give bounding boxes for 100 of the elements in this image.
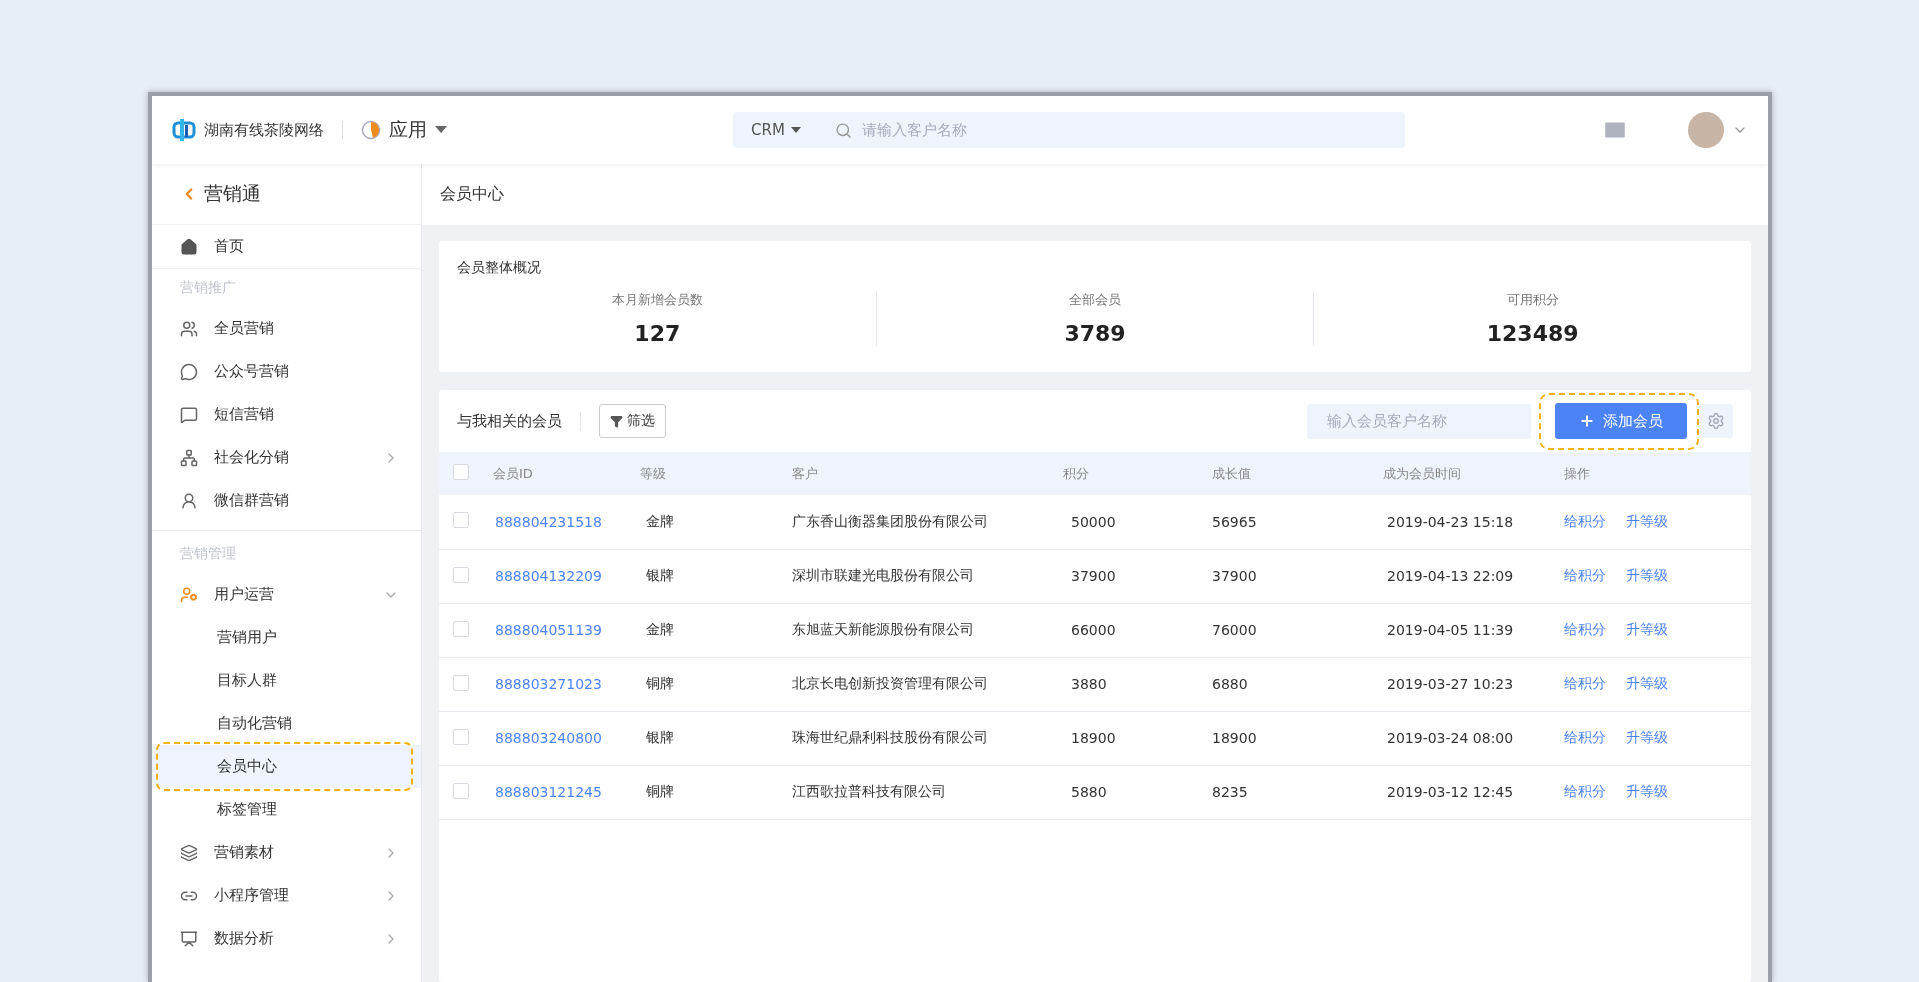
action-link[interactable]: 给积分: [1564, 621, 1606, 637]
checkbox[interactable]: [453, 566, 469, 583]
action-link[interactable]: 升等级: [1626, 512, 1668, 529]
table-cell: 6880: [1204, 657, 1375, 711]
table-cell: 2019-04-13 22:09: [1375, 549, 1556, 603]
table-cell: 银牌: [632, 549, 784, 603]
hierarchy-icon: [180, 448, 198, 467]
scope-dropdown[interactable]: CRM: [751, 121, 801, 139]
member-id-link[interactable]: 888803271023: [495, 676, 602, 692]
sidebar-subitem[interactable]: 营销用户: [152, 616, 421, 659]
sidebar-item[interactable]: 社会化分销: [152, 436, 421, 479]
table-cell: 2019-03-27 10:23: [1375, 657, 1556, 711]
page-title: 会员中心: [422, 164, 1768, 225]
sidebar-item[interactable]: 营销素材: [152, 831, 421, 874]
member-id-link[interactable]: 888804051139: [495, 622, 602, 638]
table-cell: 银牌: [632, 711, 784, 765]
table-cell: 铜牌: [632, 765, 784, 819]
user-icon: [180, 491, 198, 510]
stat-label: 可用积分: [1506, 291, 1559, 309]
table-cell: 北京长电创新投资管理有限公司: [784, 657, 1055, 711]
action-link[interactable]: 给积分: [1564, 729, 1606, 745]
checkbox[interactable]: [453, 674, 469, 691]
table-cell: 广东香山衡器集团股份有限公司: [784, 495, 1055, 549]
sidebar-item[interactable]: 小程序管理: [152, 874, 421, 917]
column-header: 积分: [1055, 452, 1204, 495]
caret-icon: [790, 127, 801, 133]
table-cell: 66000: [1055, 603, 1204, 657]
action-link[interactable]: 升等级: [1626, 621, 1668, 637]
table-cell: 金牌: [632, 603, 784, 657]
add-member-button[interactable]: 添加会员: [1555, 403, 1687, 439]
sidebar-subitem[interactable]: 自动化营销: [152, 702, 421, 745]
member-id-link[interactable]: 888803240800: [495, 730, 602, 746]
checkbox[interactable]: [453, 464, 469, 480]
settings-button[interactable]: [1699, 404, 1733, 438]
checkbox[interactable]: [453, 728, 469, 745]
sidebar-item[interactable]: 微信群营销: [152, 479, 421, 522]
column-header: 成长值: [1204, 452, 1375, 495]
sidebar-item[interactable]: 公众号营销: [152, 350, 421, 393]
message-icon: [180, 405, 198, 424]
sidebar-item[interactable]: 首页: [152, 225, 421, 268]
sidebar-item[interactable]: 短信营销: [152, 393, 421, 436]
app-switcher[interactable]: 应用: [361, 117, 447, 143]
section-heading: 营销推广: [179, 278, 237, 297]
checkbox[interactable]: [453, 512, 469, 529]
sidebar-subitem[interactable]: 会员中心: [152, 745, 421, 788]
presentation-board-icon: [180, 929, 198, 948]
table-cell: 18900: [1204, 711, 1375, 765]
column-header: 成为会员时间: [1375, 452, 1556, 495]
action-link[interactable]: 升等级: [1626, 783, 1668, 799]
search-icon: [834, 121, 852, 139]
table-cell: 东旭蓝天新能源股份有限公司: [784, 603, 1055, 657]
table-cell: 2019-03-24 08:00: [1375, 711, 1556, 765]
table-cell: 56965: [1204, 495, 1375, 549]
action-link[interactable]: 升等级: [1626, 567, 1668, 583]
member-search-box[interactable]: 输入会员客户名称: [1307, 403, 1531, 439]
action-link[interactable]: 升等级: [1626, 729, 1668, 745]
checkbox[interactable]: [453, 782, 469, 799]
table-cell: 金牌: [632, 495, 784, 549]
member-id-link[interactable]: 888804231518: [495, 513, 602, 530]
member-id-link[interactable]: 888803121245: [495, 784, 602, 800]
customer-search-field[interactable]: 请输入客户名称: [859, 120, 1387, 140]
sidebar-subitem[interactable]: 标签管理: [152, 788, 421, 831]
checkbox[interactable]: [453, 620, 469, 637]
search-bar[interactable]: CRM 请输入客户名称: [733, 112, 1405, 148]
filter-icon: [610, 414, 623, 428]
team-icon: [180, 319, 198, 338]
table-cell: 37900: [1204, 549, 1375, 603]
stat-value: 3789: [1064, 321, 1126, 346]
table-cell: 深圳市联建光电股份有限公司: [784, 549, 1055, 603]
pie-chart-icon: [361, 120, 381, 140]
sidebar-item[interactable]: 数据分析: [152, 917, 421, 960]
action-link[interactable]: 给积分: [1564, 783, 1606, 799]
action-link[interactable]: 给积分: [1564, 675, 1606, 691]
sidebar-item[interactable]: 全员营销: [152, 307, 421, 350]
table-cell: 珠海世纪鼎利科技股份有限公司: [784, 711, 1055, 765]
table-cell: 37900: [1055, 549, 1204, 603]
stat-value: 123489: [1486, 321, 1579, 346]
table-cell: 江西歌拉普科技有限公司: [784, 765, 1055, 819]
avatar[interactable]: [1688, 112, 1724, 148]
layers-icon: [180, 843, 198, 862]
logo-icon: [172, 119, 196, 141]
table-cell: 76000: [1204, 603, 1375, 657]
action-link[interactable]: 升等级: [1626, 675, 1668, 691]
action-link[interactable]: 给积分: [1564, 567, 1606, 583]
table-cell: 8235: [1204, 765, 1375, 819]
table-cell: 铜牌: [632, 657, 784, 711]
table-cell: 2019-04-23 15:18: [1375, 495, 1556, 549]
member-id-link[interactable]: 888804132209: [495, 568, 602, 584]
sidebar-subitem[interactable]: 目标人群: [152, 659, 421, 702]
plus-icon: [1579, 413, 1595, 429]
table-cell: 2019-04-05 11:39: [1375, 603, 1556, 657]
column-header: 操作: [1556, 452, 1751, 495]
table-cell: 2019-03-12 12:45: [1375, 765, 1556, 819]
sidebar-item[interactable]: 用户运营: [152, 573, 421, 616]
action-link[interactable]: 给积分: [1564, 512, 1606, 529]
card-title: 与我相关的会员: [457, 411, 581, 431]
member-search-field[interactable]: 输入会员客户名称: [1325, 411, 1523, 431]
table-cell: 3880: [1055, 657, 1204, 711]
filter-button[interactable]: 筛选: [599, 404, 666, 438]
settings-icon: [1707, 412, 1725, 430]
